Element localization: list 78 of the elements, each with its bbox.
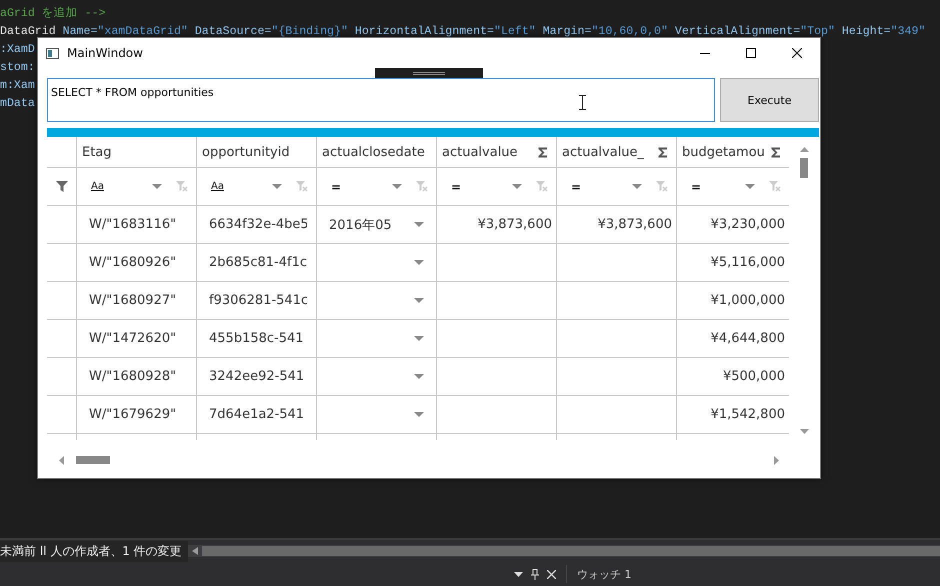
filter-operator[interactable]: = (331, 180, 342, 194)
drag-handle[interactable] (375, 68, 483, 78)
code-line: DataGrid Name="xamDataGrid" DataSource="{Binding}" HorizontalAlignment="Left" Margin="10,60,0,0" VerticalAlignment="Top" Height="349" (0, 24, 926, 40)
panel-title[interactable]: ウォッチ 1 (577, 566, 632, 582)
sigma-icon[interactable] (658, 146, 668, 158)
scrollbar-thumb[interactable] (202, 546, 940, 556)
table-cell: W/"1679629" (89, 407, 176, 422)
text-cursor-icon (579, 95, 586, 110)
row-selector[interactable] (47, 244, 77, 282)
table-cell: ¥3,230,000 (710, 217, 785, 232)
filter-operator[interactable]: Aa (91, 181, 104, 192)
scrollbar-thumb[interactable] (800, 158, 808, 178)
table-cell: f9306281-541c (209, 293, 307, 308)
left-arrow-icon[interactable] (59, 456, 64, 464)
row-selector[interactable] (47, 358, 77, 396)
close-icon (792, 48, 802, 58)
table-cell: 7d64e1a2-541 (209, 407, 304, 422)
table-cell: ¥3,873,600 (598, 217, 672, 232)
filter-operator[interactable]: = (691, 180, 702, 194)
column-header[interactable]: budgetamou (682, 144, 765, 160)
up-arrow-icon[interactable] (800, 147, 808, 152)
filter-icon (56, 181, 68, 192)
column-header[interactable]: Etag (82, 144, 112, 160)
row-selector[interactable] (47, 320, 77, 358)
maximize-icon (746, 48, 756, 58)
window-title: MainWindow (67, 46, 144, 60)
execute-button[interactable]: Execute (720, 78, 819, 122)
row-selector[interactable] (47, 282, 77, 320)
table-cell: W/"1680927" (89, 293, 176, 308)
table-cell: ¥1,000,000 (710, 293, 785, 308)
table-cell: ¥1,542,800 (710, 407, 785, 422)
row-selector[interactable] (47, 206, 77, 244)
column-header[interactable]: actualvalue (442, 144, 518, 160)
filter-operator[interactable]: = (571, 180, 582, 194)
left-arrow-icon[interactable] (192, 547, 198, 555)
close-icon[interactable] (547, 570, 556, 578)
row-selector[interactable] (47, 396, 77, 434)
query-field[interactable]: SELECT * FROM opportunities (47, 78, 715, 122)
table-cell-text: 2016年05 (329, 216, 392, 234)
column-header[interactable]: actualvalue_ (562, 144, 644, 160)
table-cell: W/"1680926" (89, 255, 176, 270)
sigma-icon[interactable] (538, 146, 548, 158)
table-cell: W/"1680928" (89, 369, 176, 384)
sigma-icon[interactable] (771, 146, 781, 158)
code-line: :XamD (0, 42, 35, 58)
code-line: m:Xam (0, 78, 35, 94)
table-cell: 3242ee92-541 (209, 369, 304, 384)
code-line: aGrid を追加 --> (0, 6, 106, 22)
window-icon (46, 48, 59, 58)
status-text: 未満前 ll 人の作成者、1 件の変更 (0, 540, 188, 562)
table-cell: ¥4,644,800 (710, 331, 785, 346)
table-cell: ¥5,116,000 (710, 255, 785, 270)
code-line: stom: (0, 60, 35, 76)
column-header[interactable]: opportunityid (202, 144, 290, 160)
down-arrow-icon[interactable] (800, 429, 808, 434)
table-cell: 2b685c81-4f1c (209, 255, 307, 270)
scrollbar-thumb[interactable] (76, 456, 110, 464)
clear-filter-icon[interactable] (416, 181, 428, 192)
caret-down-icon[interactable] (514, 572, 523, 576)
clear-filter-icon[interactable] (656, 181, 668, 192)
scrollbar[interactable] (188, 545, 940, 557)
filter-operator[interactable]: = (451, 180, 462, 194)
grip-icon (413, 72, 445, 74)
pin-icon[interactable] (531, 568, 539, 580)
minimize-icon (700, 52, 710, 54)
clear-filter-icon[interactable] (536, 181, 548, 192)
code-line: mData (0, 96, 35, 112)
table-cell: ¥500,000 (722, 369, 785, 384)
table-cell: 455b158c-541 (209, 331, 304, 346)
right-arrow-icon[interactable] (774, 456, 779, 464)
clear-filter-icon[interactable] (296, 181, 308, 192)
table-cell: W/"1472620" (89, 331, 176, 346)
table-cell: W/"1683116" (89, 217, 176, 232)
clear-filter-icon[interactable] (769, 181, 781, 192)
filter-operator[interactable]: Aa (211, 181, 224, 192)
clear-filter-icon[interactable] (176, 181, 188, 192)
table-cell: ¥3,873,600 (478, 217, 552, 232)
column-header[interactable]: actualclosedate (322, 144, 425, 160)
